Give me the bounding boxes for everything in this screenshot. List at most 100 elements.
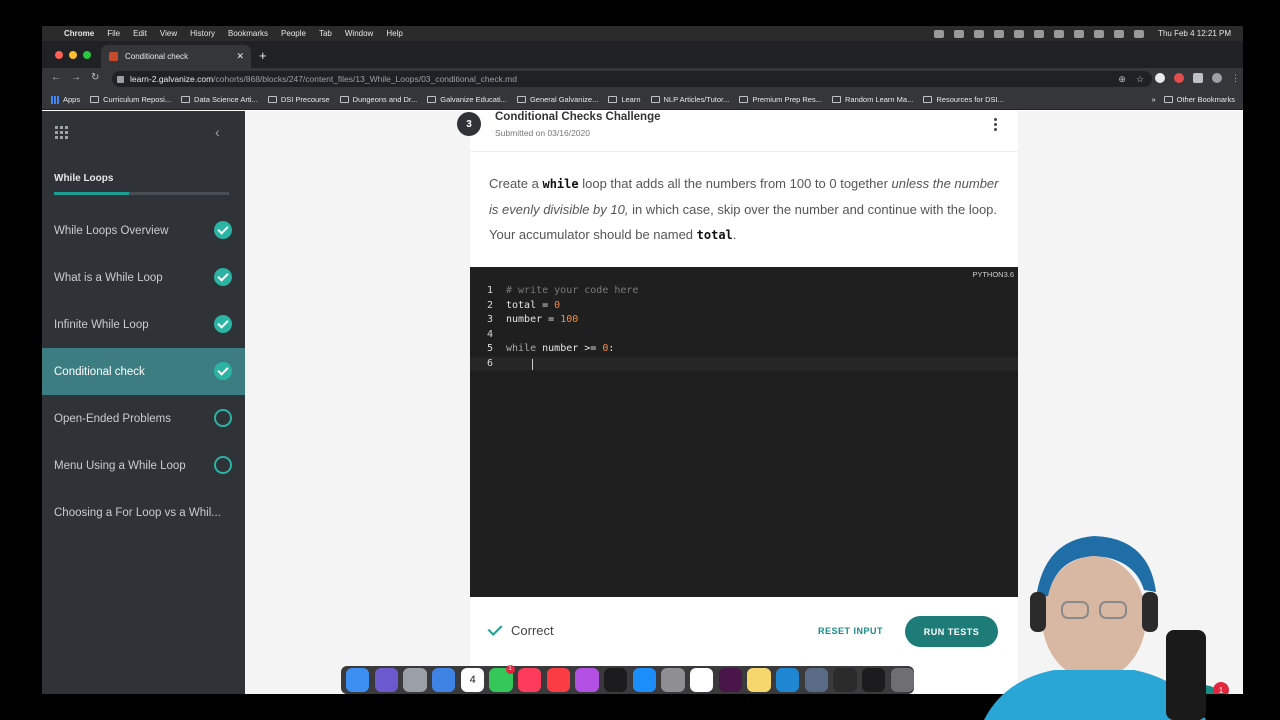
- virtualbox-icon[interactable]: [804, 668, 828, 692]
- mail-icon[interactable]: [432, 668, 456, 692]
- sidebar-item[interactable]: Open-Ended Problems: [42, 395, 245, 442]
- sidebar-item[interactable]: What is a While Loop: [42, 254, 245, 301]
- new-tab-icon[interactable]: +: [259, 48, 267, 63]
- tv-icon[interactable]: [604, 668, 628, 692]
- podcasts-icon[interactable]: [575, 668, 599, 692]
- control-center-icon[interactable]: [1114, 29, 1125, 38]
- sidebar-section-title: While Loops: [54, 173, 114, 184]
- status-icon[interactable]: [934, 29, 945, 38]
- news-icon[interactable]: [518, 668, 542, 692]
- music-icon[interactable]: [546, 668, 570, 692]
- notes-icon[interactable]: [747, 668, 771, 692]
- bookmark-label: NLP Articles/Tutor...: [663, 95, 730, 104]
- launchpad-icon[interactable]: [403, 668, 427, 692]
- bookmark-folder[interactable]: Premium Prep Res...: [739, 95, 822, 104]
- collapse-sidebar-icon[interactable]: ‹: [215, 124, 220, 140]
- bookmark-star-icon[interactable]: ☆: [1136, 74, 1144, 85]
- close-window-button[interactable]: [55, 51, 63, 59]
- menu-view[interactable]: View: [160, 29, 177, 38]
- bookmark-folder[interactable]: Resources for DSI...: [923, 95, 1004, 104]
- code-editor[interactable]: PYTHON3.6 1 # write your code here 2 total …: [470, 267, 1018, 597]
- chrome-icon[interactable]: [690, 668, 714, 692]
- spotlight-icon[interactable]: [1094, 29, 1105, 38]
- bookmarks-overflow-icon[interactable]: »: [1151, 95, 1155, 104]
- code-line[interactable]: 6: [470, 356, 1018, 371]
- menu-file[interactable]: File: [107, 29, 120, 38]
- extension-icon[interactable]: [1155, 73, 1165, 83]
- close-tab-icon[interactable]: ✕: [236, 51, 244, 62]
- bookmark-folder[interactable]: Learn: [608, 95, 641, 104]
- zoom-icon[interactable]: ⊕: [1118, 74, 1126, 85]
- bookmark-apps[interactable]: Apps: [51, 95, 80, 104]
- more-menu-icon[interactable]: ⋮: [1231, 73, 1240, 83]
- reset-input-button[interactable]: RESET INPUT: [818, 626, 883, 636]
- flag-icon[interactable]: [1034, 29, 1045, 38]
- code-line[interactable]: 1 # write your code here: [470, 284, 1018, 299]
- back-icon[interactable]: ←: [51, 72, 61, 83]
- siri-icon[interactable]: [1134, 29, 1145, 38]
- sidebar-item[interactable]: Choosing a For Loop vs a Whil...: [42, 489, 245, 536]
- line-number: 6: [486, 357, 493, 369]
- completed-check-icon: [214, 362, 232, 380]
- menu-history[interactable]: History: [190, 29, 215, 38]
- lock-icon[interactable]: [117, 75, 124, 83]
- minimize-window-button[interactable]: [69, 51, 77, 59]
- code-line[interactable]: 2 total = 0: [470, 299, 1018, 314]
- vscode-icon[interactable]: [776, 668, 800, 692]
- calendar-icon[interactable]: 4: [460, 668, 484, 692]
- siri-icon[interactable]: [374, 668, 398, 692]
- menu-tab[interactable]: Tab: [319, 29, 332, 38]
- sidebar-item[interactable]: While Loops Overview: [42, 207, 245, 254]
- sidebar-item[interactable]: Menu Using a While Loop: [42, 442, 245, 489]
- reload-icon[interactable]: ↻: [91, 72, 99, 83]
- zoom-window-button[interactable]: [83, 51, 91, 59]
- settings-icon[interactable]: [661, 668, 685, 692]
- bookmark-folder[interactable]: Curriculum Reposi...: [90, 95, 171, 104]
- bookmark-folder[interactable]: DSI Precourse: [267, 95, 330, 104]
- profile-avatar-icon[interactable]: [1212, 73, 1222, 83]
- bookmark-folder[interactable]: Data Science Arti...: [181, 95, 258, 104]
- code-lines[interactable]: 1 # write your code here 2 total = 0 3 number…: [470, 284, 1018, 371]
- obs-icon[interactable]: [833, 668, 857, 692]
- status-icon[interactable]: [954, 29, 965, 38]
- bookmark-folder[interactable]: General Galvanize...: [516, 95, 598, 104]
- menu-people[interactable]: People: [281, 29, 306, 38]
- menu-window[interactable]: Window: [345, 29, 373, 38]
- extension-icon[interactable]: [1174, 73, 1184, 83]
- bookmark-folder[interactable]: Galvanize Educati...: [427, 95, 507, 104]
- bookmarks-right: » Other Bookmarks: [1151, 95, 1235, 104]
- messages-icon[interactable]: 1: [489, 665, 515, 692]
- sidebar-item[interactable]: Conditional check: [42, 348, 245, 395]
- dropbox-icon[interactable]: [994, 29, 1005, 38]
- status-icon[interactable]: [974, 29, 985, 38]
- line-number: 3: [486, 314, 493, 325]
- other-bookmarks[interactable]: Other Bookmarks: [1163, 95, 1235, 104]
- sidebar-item[interactable]: Infinite While Loop: [42, 301, 245, 348]
- battery-icon[interactable]: [1074, 29, 1085, 38]
- slack-icon[interactable]: [718, 668, 742, 692]
- submitted-date: Submitted on 03/16/2020: [495, 128, 590, 138]
- code-line[interactable]: 5 while number >= 0:: [470, 342, 1018, 357]
- puzzle-icon[interactable]: [1193, 73, 1203, 83]
- time-machine-icon[interactable]: [1014, 29, 1025, 38]
- finder-icon[interactable]: [346, 668, 370, 692]
- menu-bookmarks[interactable]: Bookmarks: [228, 29, 268, 38]
- trash-icon[interactable]: [890, 668, 914, 692]
- menu-edit[interactable]: Edit: [133, 29, 147, 38]
- appstore-icon[interactable]: [632, 668, 656, 692]
- bookmark-folder[interactable]: Random Learn Ma...: [831, 95, 913, 104]
- menu-chrome[interactable]: Chrome: [64, 29, 94, 38]
- address-bar[interactable]: learn-2.galvanize.com/cohorts/868/blocks…: [112, 71, 1152, 87]
- bluetooth-icon[interactable]: [1054, 29, 1065, 38]
- apps-grid-icon[interactable]: [55, 126, 68, 139]
- forward-icon[interactable]: →: [71, 72, 81, 83]
- menu-help[interactable]: Help: [386, 29, 402, 38]
- menubar-clock[interactable]: Thu Feb 4 12:21 PM: [1158, 29, 1231, 38]
- more-options-icon[interactable]: [994, 118, 997, 131]
- terminal-icon[interactable]: [862, 668, 886, 692]
- code-line[interactable]: 4: [470, 328, 1018, 343]
- bookmark-folder[interactable]: NLP Articles/Tutor...: [650, 95, 730, 104]
- code-line[interactable]: 3 number = 100: [470, 313, 1018, 328]
- browser-tab[interactable]: Conditional check ✕: [101, 45, 251, 68]
- bookmark-folder[interactable]: Dungeons and Dr...: [339, 95, 417, 104]
